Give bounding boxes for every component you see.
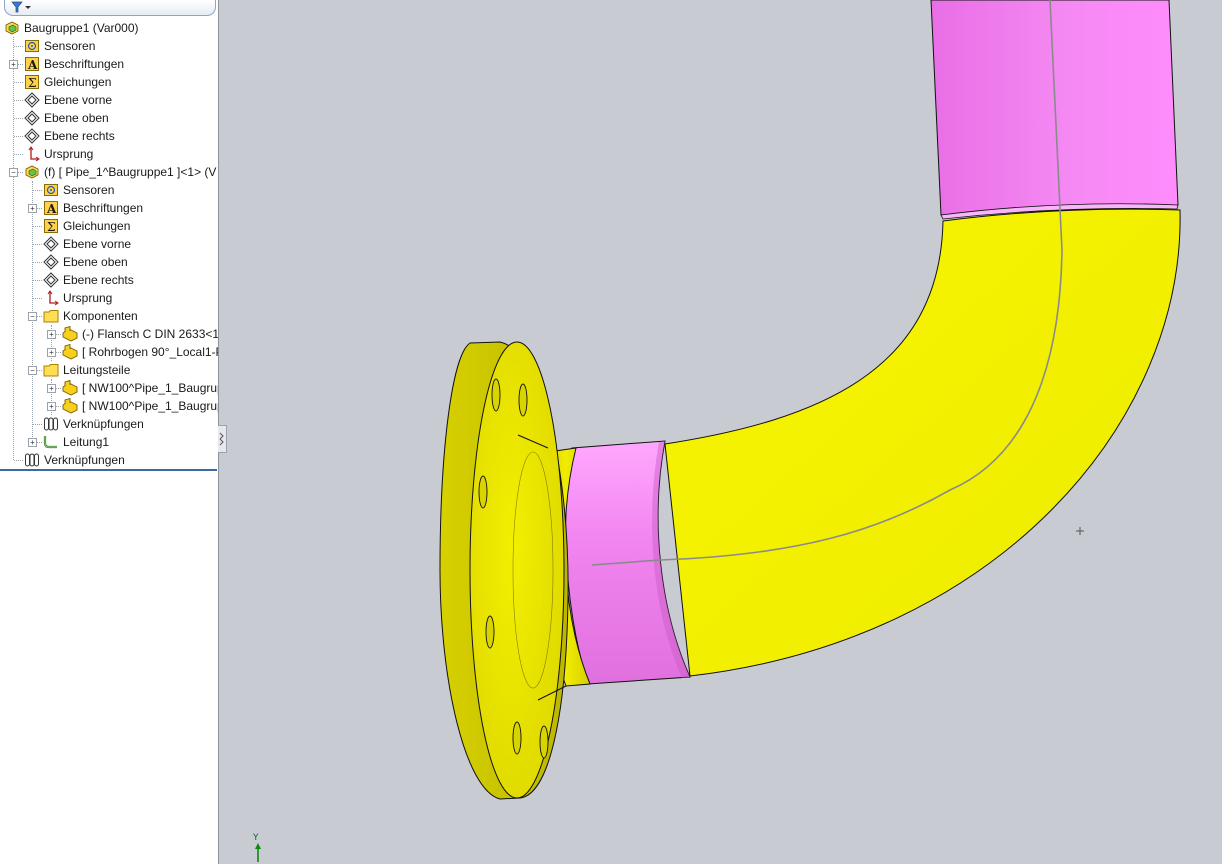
part-icon: [62, 397, 78, 414]
tree-item-label: (f) [ Pipe_1^Baugruppe1 ]<1> (V: [44, 165, 217, 179]
tree-end-marker: [0, 469, 217, 471]
folder-icon: [43, 308, 59, 324]
annotation-icon: A: [43, 200, 59, 216]
tree-item-plane-top-sub[interactable]: Ebene oben: [0, 253, 218, 271]
tree-item-label: Ebene vorne: [63, 237, 132, 251]
tree-item-label: Ursprung: [63, 291, 113, 305]
tree-item-label: Beschriftungen: [44, 57, 125, 71]
mates-icon: [43, 416, 59, 432]
tree-item-label: Ebene rechts: [44, 129, 115, 143]
tree-item-label: Ebene vorne: [44, 93, 113, 107]
svg-text:Σ: Σ: [47, 220, 55, 234]
pipe-elbow-90[interactable]: [664, 208, 1181, 677]
origin-icon: [43, 290, 59, 306]
assembly-icon: [4, 20, 20, 36]
collapse-toggle[interactable]: −: [9, 168, 18, 177]
graphics-viewport[interactable]: [219, 0, 1222, 864]
svg-text:Σ: Σ: [28, 76, 36, 90]
tree-item-flange-part[interactable]: + (-) Flansch C DIN 2633<1:: [0, 325, 218, 343]
axis-triad-icon: [255, 843, 261, 862]
tree-item-label: Verknüpfungen: [44, 453, 125, 467]
expand-toggle[interactable]: +: [47, 348, 56, 357]
feature-manager-tree: Baugruppe1 (Var000) Sensoren + A Beschri…: [0, 0, 219, 864]
plane-icon: [43, 272, 59, 288]
folder-icon: [43, 362, 59, 378]
sensor-icon: [43, 182, 59, 198]
point-marker: [1076, 527, 1084, 535]
tree-item-label: Sensoren: [44, 39, 96, 53]
tree-item-origin-sub[interactable]: Ursprung: [0, 289, 218, 307]
tree-item-elbow-part[interactable]: + [ Rohrbogen 90°_Local1-P: [0, 343, 218, 361]
plane-icon: [24, 128, 40, 144]
expand-toggle[interactable]: +: [9, 60, 18, 69]
collapse-toggle[interactable]: −: [28, 312, 37, 321]
tree-item-annotations[interactable]: + A Beschriftungen: [0, 55, 218, 73]
tree-item-label: Ursprung: [44, 147, 94, 161]
tree-item-label: Sensoren: [63, 183, 115, 197]
tree-item-sensors[interactable]: Sensoren: [0, 37, 218, 55]
tree-item-label: Ebene oben: [44, 111, 109, 125]
tree-item-mates-sub[interactable]: Verknüpfungen: [0, 415, 218, 433]
plane-icon: [24, 92, 40, 108]
expand-toggle[interactable]: +: [47, 330, 56, 339]
equation-icon: Σ: [43, 218, 59, 234]
tree-item-label: Leitungsteile: [63, 363, 131, 377]
sensor-icon: [24, 38, 40, 54]
tree-item-label: Verknüpfungen: [63, 417, 144, 431]
tree-item-components-folder[interactable]: − Komponenten: [0, 307, 218, 325]
tree-item-route-parts-folder[interactable]: − Leitungsteile: [0, 361, 218, 379]
part-icon: [62, 379, 78, 396]
tree-item-plane-top[interactable]: Ebene oben: [0, 109, 218, 127]
origin-icon: [24, 146, 40, 162]
svg-text:A: A: [46, 202, 57, 216]
tree-item-label: [ Rohrbogen 90°_Local1-P: [82, 345, 219, 359]
expand-toggle[interactable]: +: [28, 438, 37, 447]
mates-icon: [24, 452, 40, 468]
tree-item-label: Leitung1: [63, 435, 110, 449]
tree-item-plane-right-sub[interactable]: Ebene rechts: [0, 271, 218, 289]
tree-root-assembly[interactable]: Baugruppe1 (Var000): [0, 19, 218, 37]
tree-item-equations[interactable]: Σ Gleichungen: [0, 73, 218, 91]
tree-item-label: Gleichungen: [44, 75, 112, 89]
tree-item-label: Ebene rechts: [63, 273, 134, 287]
tree-item-equations-sub[interactable]: Σ Gleichungen: [0, 217, 218, 235]
tree-item-label: [ NW100^Pipe_1_Baugrup: [82, 399, 219, 413]
plane-icon: [43, 236, 59, 252]
equation-icon: Σ: [24, 74, 40, 90]
tree-item-mates[interactable]: Verknüpfungen: [0, 451, 218, 469]
expand-toggle[interactable]: +: [28, 204, 37, 213]
tree-item-origin[interactable]: Ursprung: [0, 145, 218, 163]
axis-y-label: Y: [253, 833, 259, 843]
filter-icon[interactable]: [11, 1, 35, 13]
part-icon: [62, 325, 78, 342]
tree-item-annotations-sub[interactable]: + A Beschriftungen: [0, 199, 218, 217]
route-icon: [43, 434, 59, 450]
tree-item-label: Gleichungen: [63, 219, 131, 233]
tree-item-label: Komponenten: [63, 309, 138, 323]
tree-root-label: Baugruppe1 (Var000): [24, 21, 139, 35]
expand-toggle[interactable]: +: [47, 384, 56, 393]
plane-icon: [43, 254, 59, 270]
collapse-toggle[interactable]: −: [28, 366, 37, 375]
tree-item-plane-front[interactable]: Ebene vorne: [0, 91, 218, 109]
tree-item-label: Ebene oben: [63, 255, 128, 269]
tree-item-sensors-sub[interactable]: Sensoren: [0, 181, 218, 199]
tree-filter-bar[interactable]: [4, 0, 216, 16]
tree-item-subassembly-pipe[interactable]: − (f) [ Pipe_1^Baugruppe1 ]<1> (V: [0, 163, 218, 181]
part-icon: [62, 343, 78, 360]
subassembly-icon: [24, 164, 40, 180]
tree-item-label: Beschriftungen: [63, 201, 144, 215]
flange-disc[interactable]: [439, 341, 569, 800]
tree-item-plane-right[interactable]: Ebene rechts: [0, 127, 218, 145]
tree-item-pipe-part-1[interactable]: + [ NW100^Pipe_1_Baugrup: [0, 379, 218, 397]
tree-item-plane-front-sub[interactable]: Ebene vorne: [0, 235, 218, 253]
tree-item-label: (-) Flansch C DIN 2633<1:: [82, 327, 219, 341]
plane-icon: [24, 110, 40, 126]
tree-item-route[interactable]: + Leitung1: [0, 433, 218, 451]
svg-text:A: A: [27, 58, 38, 72]
tree-item-pipe-part-2[interactable]: + [ NW100^Pipe_1_Baugrup: [0, 397, 218, 415]
expand-toggle[interactable]: +: [47, 402, 56, 411]
annotation-icon: A: [24, 56, 40, 72]
tree-item-label: [ NW100^Pipe_1_Baugrup: [82, 381, 219, 395]
